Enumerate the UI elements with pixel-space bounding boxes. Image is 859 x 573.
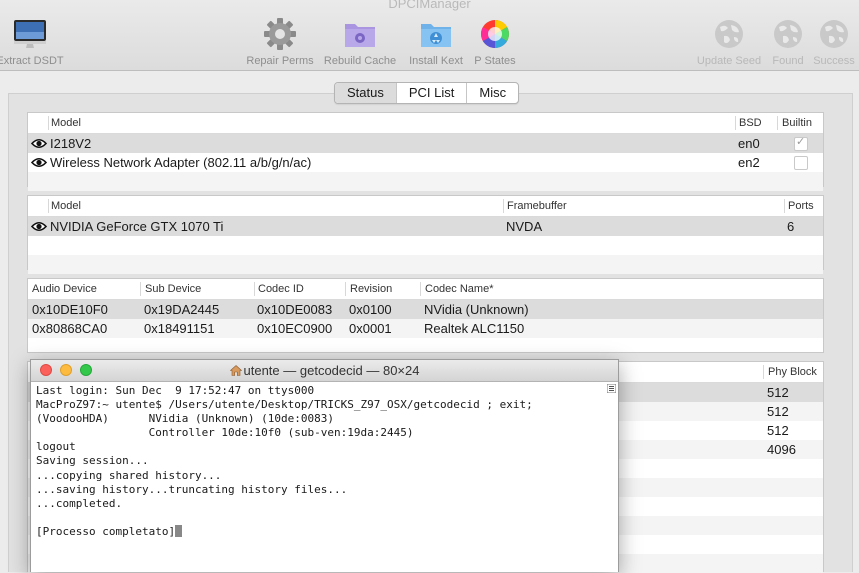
- eye-icon[interactable]: [31, 220, 47, 233]
- column-ports[interactable]: Ports: [788, 196, 814, 216]
- scroll-indicator-icon[interactable]: [607, 384, 616, 393]
- table-row[interactable]: 0x80868CA0 0x18491151 0x10EC0900 0x0001 …: [28, 319, 823, 338]
- globe-icon: [820, 20, 848, 48]
- terminal-prompt-line: [Processo completato]: [36, 524, 602, 539]
- terminal-line: ...saving history...truncating history f…: [36, 482, 348, 496]
- network-bsd: en0: [738, 136, 760, 151]
- phy-block: 512: [767, 404, 789, 419]
- graphics-table: Model Framebuffer Ports NVIDIA GeForce G…: [27, 195, 824, 274]
- terminal-title: utente — getcodecid — 80×24: [31, 360, 618, 381]
- empty-row: [28, 338, 823, 357]
- graphics-ports: 6: [787, 219, 795, 234]
- table-row[interactable]: NVIDIA GeForce GTX 1070 Ti NVDA 6: [28, 217, 823, 236]
- column-model[interactable]: Model: [51, 113, 81, 133]
- text-cursor: [175, 524, 183, 537]
- codec-name: NVidia (Unknown): [424, 302, 529, 317]
- column-framebuffer[interactable]: Framebuffer: [507, 196, 567, 216]
- revision: 0x0100: [349, 302, 392, 317]
- builtin-checkbox[interactable]: [794, 135, 808, 151]
- kext-folder-icon: [421, 24, 451, 47]
- column-sub-device[interactable]: Sub Device: [145, 279, 201, 299]
- codec-id: 0x10DE0083: [257, 302, 333, 317]
- phy-block: 4096: [767, 442, 796, 457]
- p-states-label: P States: [474, 55, 516, 67]
- terminal-line: [Processo completato]: [36, 524, 176, 538]
- network-model: I218V2: [50, 136, 92, 151]
- phy-block: 512: [767, 423, 789, 438]
- table-row[interactable]: Wireless Network Adapter (802.11 a/b/g/n…: [28, 153, 823, 172]
- terminal-line: ...copying shared history...: [36, 468, 222, 482]
- builtin-checkbox[interactable]: [794, 156, 808, 170]
- graphics-model: NVIDIA GeForce GTX 1070 Ti: [50, 219, 224, 234]
- audio-table: Audio Device Sub Device Codec ID Revisio…: [27, 278, 824, 353]
- network-bsd: en2: [738, 155, 760, 170]
- codec-id: 0x10EC0900: [257, 321, 333, 336]
- rebuild-cache-button[interactable]: Rebuild Cache: [318, 17, 402, 67]
- home-icon: [229, 365, 242, 376]
- imac-icon: [14, 20, 46, 48]
- terminal-window[interactable]: utente — getcodecid — 80×24 Last login: …: [30, 359, 619, 572]
- column-bsd[interactable]: BSD: [739, 113, 762, 133]
- globe-icon: [715, 20, 743, 48]
- graphics-table-header: Model Framebuffer Ports: [28, 196, 823, 217]
- column-audio-device[interactable]: Audio Device: [32, 279, 97, 299]
- terminal-line: Saving session...: [36, 454, 149, 468]
- eye-icon[interactable]: [31, 137, 47, 150]
- tab-misc[interactable]: Misc: [466, 83, 518, 103]
- success-label: Success: [813, 55, 855, 67]
- codec-name: Realtek ALC1150: [424, 321, 525, 336]
- network-model: Wireless Network Adapter (802.11 a/b/g/n…: [50, 155, 312, 170]
- sub-device: 0x19DA2445: [144, 302, 220, 317]
- tab-bar: Status PCI List Misc: [334, 82, 520, 104]
- column-codec-name[interactable]: Codec Name*: [425, 279, 493, 299]
- column-revision[interactable]: Revision: [350, 279, 392, 299]
- network-table: Model BSD Builtin I218V2 en0 Wireless Ne…: [27, 112, 824, 191]
- repair-perms-button[interactable]: Repair Perms: [238, 17, 322, 67]
- column-phy-block[interactable]: Phy Block: [768, 362, 817, 382]
- terminal-title-text: utente — getcodecid — 80×24: [243, 363, 420, 378]
- toolbar: DPCIManager Extract DSDT Repair Perms Re…: [0, 0, 859, 71]
- audio-table-header: Audio Device Sub Device Codec ID Revisio…: [28, 279, 823, 300]
- empty-row: [28, 255, 823, 274]
- eye-icon[interactable]: [31, 156, 47, 169]
- color-wheel-icon: [481, 20, 509, 48]
- terminal-line: Last login: Sun Dec 9 17:52:47 on ttys00…: [36, 384, 315, 397]
- audio-device: 0x80868CA0: [32, 321, 108, 336]
- folder-icon: [345, 24, 375, 47]
- column-builtin[interactable]: Builtin: [782, 113, 812, 133]
- terminal-line: MacProZ97:~ utente$ /Users/utente/Deskto…: [36, 398, 533, 412]
- success-button[interactable]: Success: [792, 17, 859, 67]
- rebuild-cache-label: Rebuild Cache: [323, 55, 397, 67]
- terminal-line: logout: [36, 440, 76, 454]
- terminal-line: ...completed.: [36, 496, 123, 510]
- revision: 0x0001: [349, 321, 392, 336]
- extract-dsdt-label: Extract DSDT: [0, 55, 64, 67]
- tab-pci-list[interactable]: PCI List: [395, 83, 467, 103]
- empty-row: [28, 236, 823, 255]
- p-states-button[interactable]: P States: [453, 17, 537, 67]
- terminal-line: (VoodooHDA) NVidia (Unknown) (10de:0083): [36, 412, 335, 426]
- gear-icon: [264, 18, 296, 50]
- column-codec-id[interactable]: Codec ID: [258, 279, 304, 299]
- window-title: DPCIManager: [388, 0, 471, 11]
- table-row[interactable]: I218V2 en0: [28, 134, 823, 153]
- terminal-titlebar[interactable]: utente — getcodecid — 80×24: [31, 360, 618, 382]
- audio-device: 0x10DE10F0: [32, 302, 108, 317]
- phy-block: 512: [767, 385, 789, 400]
- network-table-header: Model BSD Builtin: [28, 113, 823, 134]
- repair-perms-label: Repair Perms: [246, 55, 314, 67]
- empty-row: [28, 172, 823, 191]
- column-model[interactable]: Model: [51, 196, 81, 216]
- graphics-framebuffer: NVDA: [506, 219, 543, 234]
- table-row[interactable]: 0x10DE10F0 0x19DA2445 0x10DE0083 0x0100 …: [28, 300, 823, 319]
- tab-status[interactable]: Status: [335, 83, 396, 103]
- extract-dsdt-button[interactable]: Extract DSDT: [0, 17, 72, 67]
- terminal-line: Controller 10de:10f0 (sub-ven:19da:2445): [36, 426, 414, 440]
- terminal-output[interactable]: Last login: Sun Dec 9 17:52:47 on ttys00…: [36, 384, 602, 539]
- sub-device: 0x18491151: [144, 321, 215, 336]
